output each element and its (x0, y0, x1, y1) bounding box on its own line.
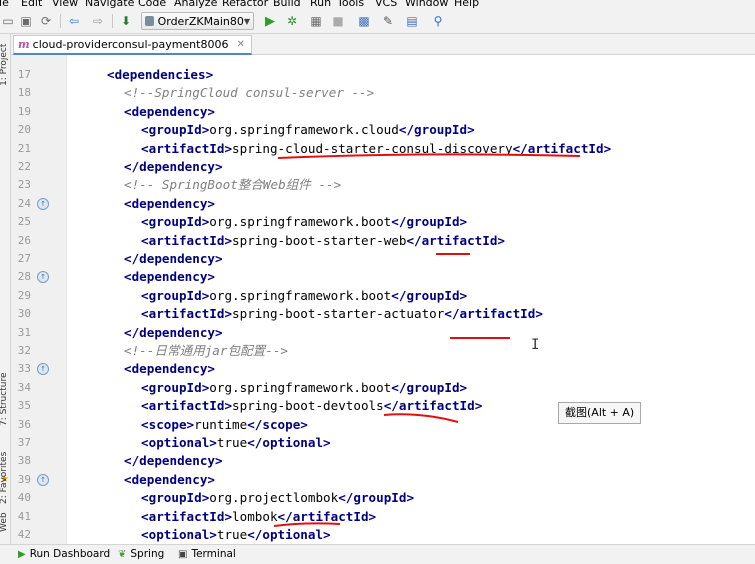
terminal-tab[interactable]: ▣ Terminal (178, 548, 236, 560)
terminal-label: Terminal (191, 548, 236, 560)
screenshot-tooltip: 截图(Alt + A) (558, 402, 642, 424)
spring-leaf-icon: ❦ (118, 548, 127, 560)
spring-tab[interactable]: ❦ Spring (118, 548, 164, 560)
underline-lombok (273, 522, 341, 527)
text-cursor-icon: I (531, 337, 540, 353)
run-dashboard-icon: ▶ (18, 548, 26, 560)
run-dashboard-tab[interactable]: ▶ Run Dashboard (18, 548, 110, 560)
terminal-icon: ▣ (178, 548, 188, 560)
spring-label: Spring (130, 548, 165, 560)
annotation-layer (273, 153, 581, 527)
underline-consul-discovery (277, 153, 581, 159)
run-dashboard-label: Run Dashboard (29, 548, 111, 560)
underline-devtools (383, 413, 459, 423)
bottom-tool-bar: ▶ Run Dashboard ❦ Spring ▣ Terminal (0, 544, 755, 564)
